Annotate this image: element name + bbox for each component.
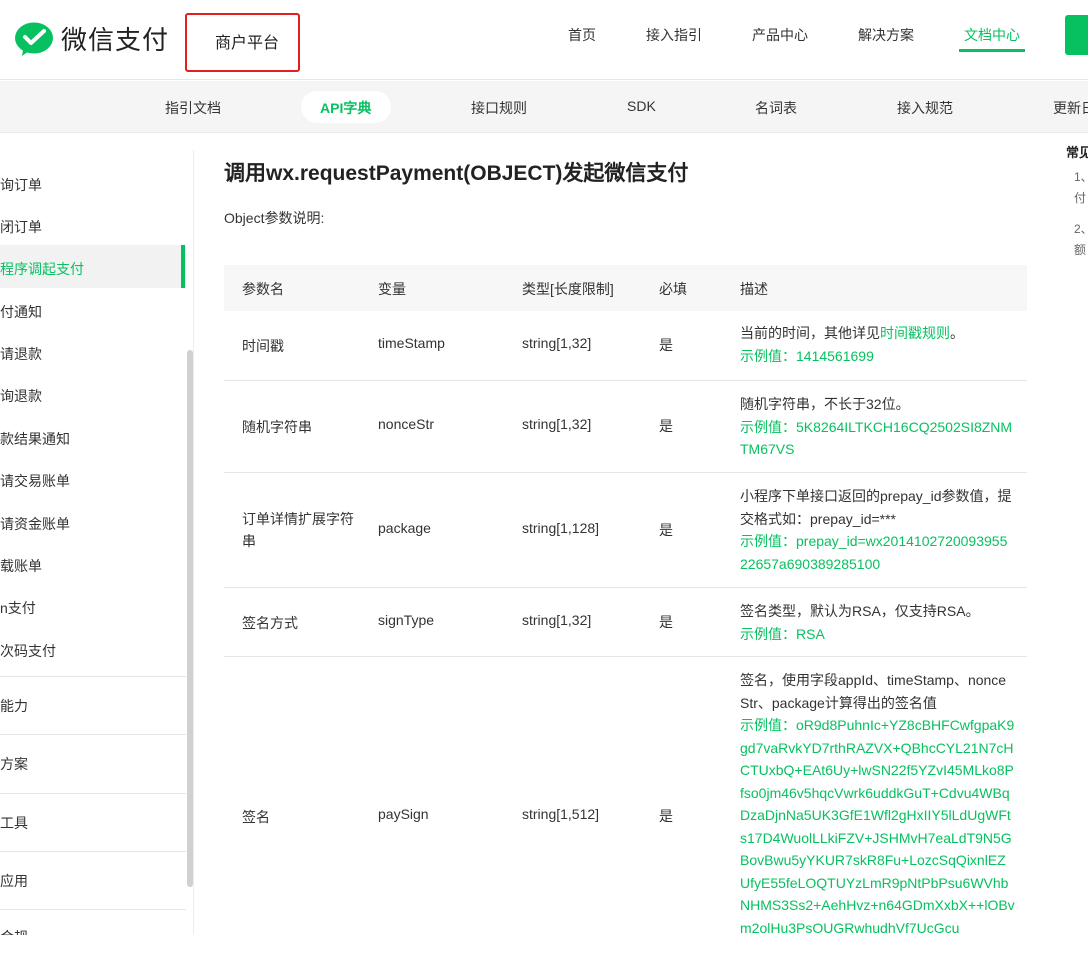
desc-text-end: 。 <box>950 325 964 341</box>
subnav-sdk[interactable]: SDK <box>627 98 656 114</box>
sidebar-item[interactable]: 请交易账单 <box>0 471 70 491</box>
faq-line[interactable]: 2、 <box>1074 220 1088 237</box>
subnav-guide-docs[interactable]: 指引文档 <box>165 98 221 118</box>
sidebar-group[interactable]: 合规 <box>0 927 28 935</box>
col-header-desc: 描述 <box>740 281 768 297</box>
col-header-name: 参数名 <box>242 281 284 297</box>
sidebar-item-active[interactable]: 程序调起支付 <box>0 259 84 279</box>
subnav-changelog[interactable]: 更新日 <box>1053 98 1088 118</box>
faq-line[interactable]: 额 <box>1074 241 1086 258</box>
desc-text: 签名类型，默认为RSA，仅支持RSA。 <box>740 603 980 619</box>
sidebar-item[interactable]: 询退款 <box>0 386 42 406</box>
param-required: 是 <box>659 337 673 353</box>
table-row: 随机字符串 nonceStr string[1,32] 是 随机字符串，不长于3… <box>224 381 1027 473</box>
param-table: 参数名 变量 类型[长度限制] 必填 描述 时间戳 timeStamp stri… <box>224 265 1027 977</box>
sidebar-divider <box>0 851 186 852</box>
col-header-required: 必填 <box>659 281 687 297</box>
sidebar-group[interactable]: 应用 <box>0 871 28 891</box>
sidebar-divider <box>0 676 186 677</box>
param-required: 是 <box>659 522 673 538</box>
param-name: 签名方式 <box>242 615 298 631</box>
subnav-glossary[interactable]: 名词表 <box>755 98 797 118</box>
example-value: 示例值：oR9d8PuhnIc+YZ8cBHFCwfgpaK9gd7vaRvkY… <box>740 717 1015 936</box>
example-value: 示例值：prepay_id=wx201410272009395522657a69… <box>740 533 1008 572</box>
faq-line[interactable]: 1、 <box>1074 168 1088 185</box>
login-button[interactable] <box>1065 15 1088 55</box>
param-name: 签名 <box>242 809 270 825</box>
param-var: package <box>378 520 431 536</box>
param-type: string[1,128] <box>522 520 600 536</box>
table-row: 时间戳 timeStamp string[1,32] 是 当前的时间，其他详见时… <box>224 311 1027 381</box>
table-row: 订单详情扩展字符串 package string[1,128] 是 小程序下单接… <box>224 473 1027 588</box>
sidebar-item[interactable]: 款结果通知 <box>0 429 70 449</box>
timestamp-rule-link[interactable]: 时间戳规则 <box>880 325 950 341</box>
subnav-api-dict[interactable]: API字典 <box>320 98 371 118</box>
sidebar-divider <box>0 734 186 735</box>
page-title: 调用wx.requestPayment(OBJECT)发起微信支付 <box>224 162 689 185</box>
table-row: 签名 paySign string[1,512] 是 签名，使用字段appId、… <box>224 657 1027 977</box>
desc-text: 小程序下单接口返回的prepay_id参数值，提交格式如：prepay_id=*… <box>740 488 1012 527</box>
param-required: 是 <box>659 614 673 630</box>
sidebar-item[interactable]: n支付 <box>0 598 36 618</box>
sub-nav: 指引文档 API字典 接口规则 SDK 名词表 接入规范 更新日 <box>0 81 1088 133</box>
subnav-api-rules[interactable]: 接口规则 <box>471 98 527 118</box>
nav-solutions[interactable]: 解决方案 <box>858 25 914 45</box>
param-var: nonceStr <box>378 416 435 432</box>
sidebar-group[interactable]: 方案 <box>0 754 28 774</box>
param-var: timeStamp <box>378 335 445 351</box>
param-type: string[1,512] <box>522 806 600 822</box>
sidebar-item[interactable]: 请资金账单 <box>0 514 70 534</box>
param-var: signType <box>378 612 435 628</box>
param-desc: 当前的时间，其他详见时间戳规则。 示例值：1414561699 <box>740 322 1015 367</box>
nav-home[interactable]: 首页 <box>568 25 596 45</box>
desc-text: 随机字符串，不长于32位。 <box>740 396 910 412</box>
sidebar: 询订单 闭订单 程序调起支付 付通知 请退款 询退款 款结果通知 请交易账单 请… <box>0 150 194 935</box>
sidebar-group[interactable]: 能力 <box>0 696 28 716</box>
param-desc: 签名类型，默认为RSA，仅支持RSA。 示例值：RSA <box>740 600 1015 645</box>
top-header: 微信支付 商户平台 首页 接入指引 产品中心 解决方案 文档中心 <box>0 0 1088 80</box>
example-value: 示例值：5K8264ILTKCH16CQ2502SI8ZNMTM67VS <box>740 418 1013 458</box>
sidebar-item[interactable]: 次码支付 <box>0 641 56 661</box>
intro-text: Object参数说明: <box>224 210 325 226</box>
faq-line[interactable]: 付 <box>1074 189 1086 206</box>
sidebar-item[interactable]: 询订单 <box>0 175 42 195</box>
sidebar-divider <box>0 793 186 794</box>
subnav-spec[interactable]: 接入规范 <box>897 98 953 118</box>
sidebar-scrollbar[interactable] <box>187 350 193 887</box>
param-name: 订单详情扩展字符串 <box>242 511 354 549</box>
desc-text: 当前的时间，其他详见 <box>740 325 880 341</box>
sidebar-active-marker <box>181 245 185 288</box>
param-name: 时间戳 <box>242 338 284 354</box>
param-type: string[1,32] <box>522 416 592 432</box>
faq-title: 常见 <box>1066 145 1088 160</box>
param-desc: 随机字符串，不长于32位。 示例值：5K8264ILTKCH16CQ2502SI… <box>740 393 1015 461</box>
param-name: 随机字符串 <box>242 419 312 435</box>
desc-text: 签名，使用字段appId、timeStamp、nonceStr、package计… <box>740 672 1007 711</box>
param-required: 是 <box>659 418 673 434</box>
sidebar-item[interactable]: 闭订单 <box>0 217 42 237</box>
nav-access-guide[interactable]: 接入指引 <box>646 25 702 45</box>
top-nav: 首页 接入指引 产品中心 解决方案 文档中心 <box>0 25 1088 55</box>
table-header: 参数名 变量 类型[长度限制] 必填 描述 <box>224 265 1027 311</box>
example-value: 示例值：1414561699 <box>740 347 874 364</box>
nav-active-underline <box>959 49 1025 52</box>
sidebar-item[interactable]: 请退款 <box>0 344 42 364</box>
sidebar-item[interactable]: 付通知 <box>0 302 42 322</box>
sidebar-divider <box>0 909 186 910</box>
sidebar-item[interactable]: 载账单 <box>0 556 42 576</box>
param-desc: 签名，使用字段appId、timeStamp、nonceStr、package计… <box>740 669 1015 939</box>
nav-docs[interactable]: 文档中心 <box>964 25 1020 45</box>
param-desc: 小程序下单接口返回的prepay_id参数值，提交格式如：prepay_id=*… <box>740 485 1015 575</box>
nav-products[interactable]: 产品中心 <box>752 25 808 45</box>
param-type: string[1,32] <box>522 335 592 351</box>
example-value: 示例值：RSA <box>740 625 825 642</box>
param-type: string[1,32] <box>522 612 592 628</box>
sidebar-group[interactable]: 工具 <box>0 813 28 833</box>
faq-panel: 常见 1、 付 2、 额 <box>1066 140 1088 260</box>
col-header-type: 类型[长度限制] <box>522 281 614 297</box>
param-var: paySign <box>378 806 429 822</box>
param-required: 是 <box>659 808 673 824</box>
col-header-var: 变量 <box>378 281 406 297</box>
table-row: 签名方式 signType string[1,32] 是 签名类型，默认为RSA… <box>224 588 1027 657</box>
